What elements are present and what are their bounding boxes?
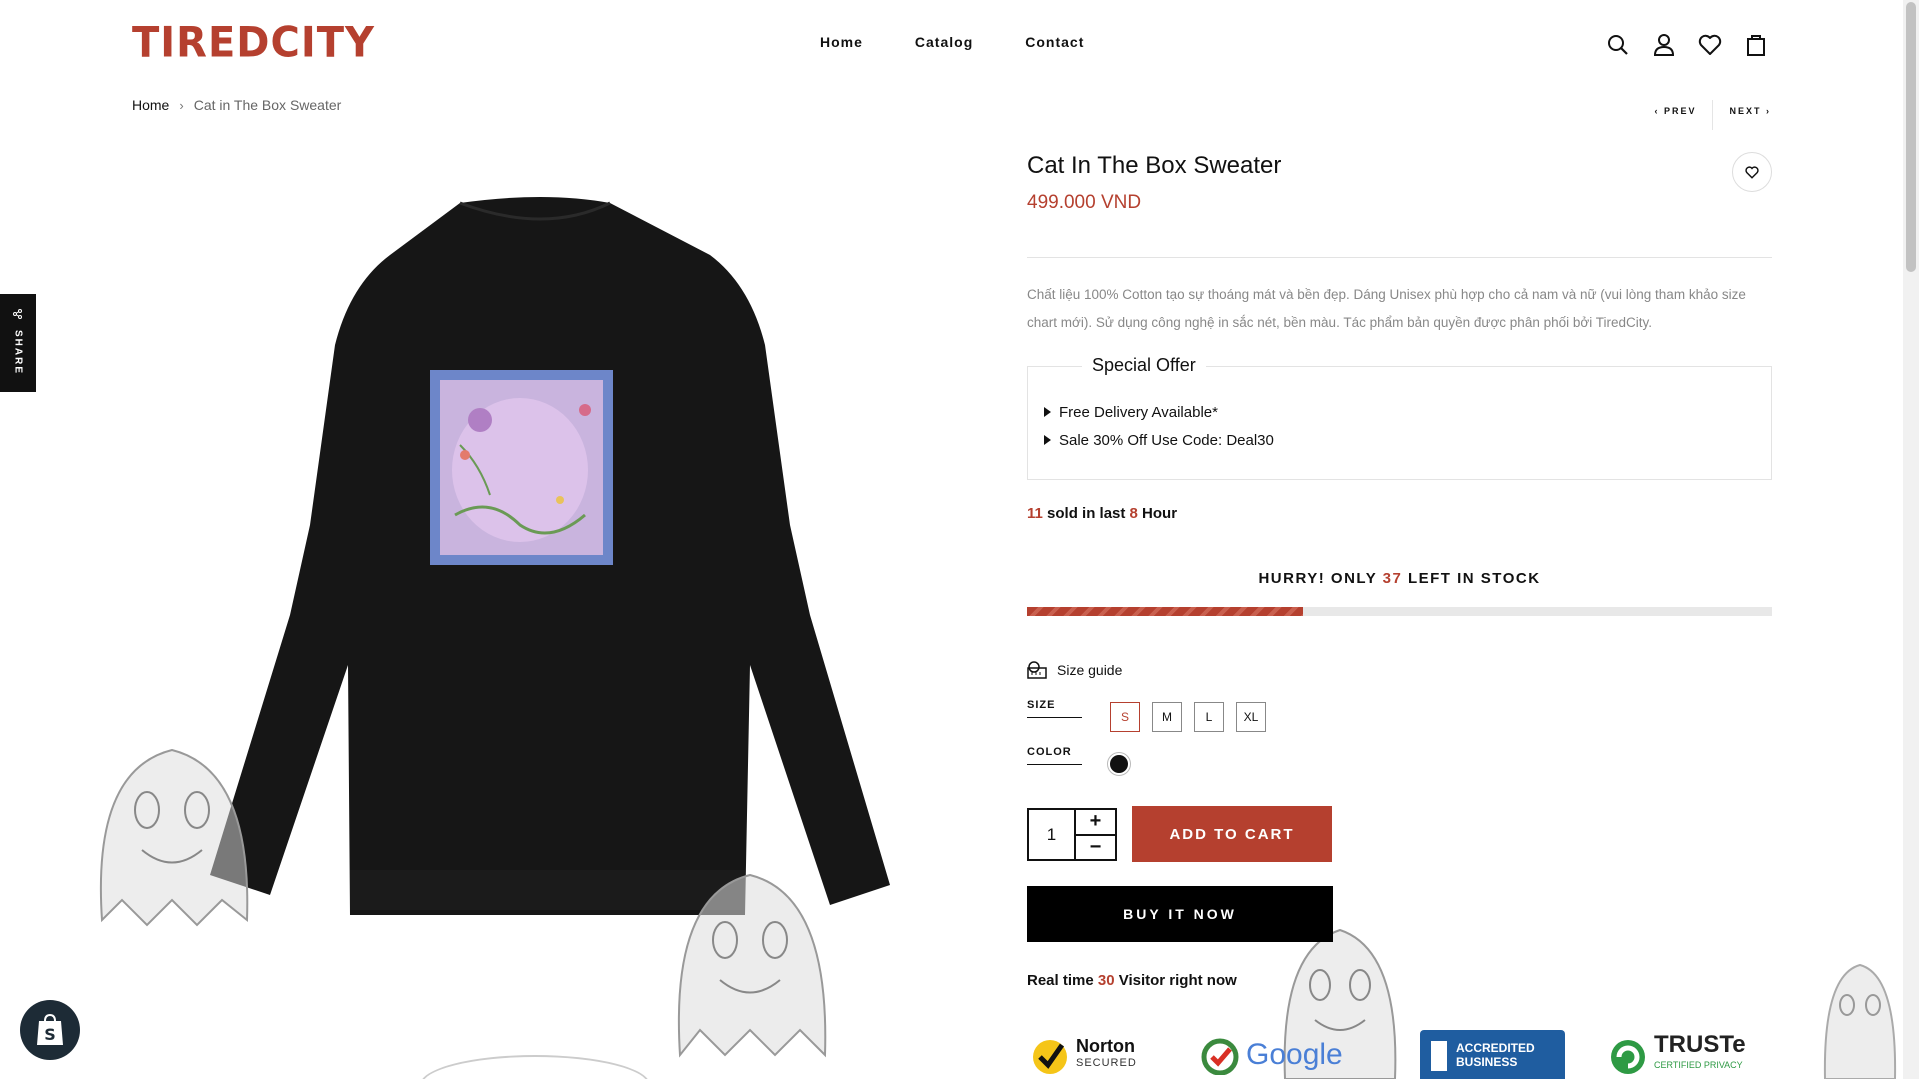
sold-mid: sold in last (1042, 505, 1130, 522)
sold-suffix: Hour (1137, 505, 1178, 522)
site-logo[interactable]: TIREDCITY (132, 19, 375, 67)
checkmark-icon (1033, 1039, 1067, 1074)
ghost-decoration (1823, 963, 1897, 1079)
sold-hours: 8 (1129, 505, 1138, 522)
sold-counter: 11 sold in last 8 Hour (1027, 505, 1177, 522)
truste-badge: TRUSTe CERTIFIED PRIVACY (1608, 1030, 1746, 1079)
breadcrumb-current: Cat in The Box Sweater (193, 97, 342, 113)
bbb-business: BUSINESS (1456, 1054, 1518, 1069)
truste-certified: CERTIFIED PRIVACY (1654, 1059, 1743, 1070)
product-thumbnail[interactable] (420, 1055, 650, 1079)
norton-secured: SECURED (1076, 1056, 1137, 1069)
stock-progress-bar (1027, 607, 1772, 616)
size-option-l[interactable]: L (1194, 702, 1224, 732)
visitor-counter: Real time 30 Visitor right now (1027, 972, 1237, 989)
color-swatch-black[interactable] (1107, 752, 1131, 776)
breadcrumb: Home › Cat in The Box Sweater (132, 97, 341, 113)
quantity-controls: + − (1073, 810, 1115, 860)
size-guide-link[interactable]: Size guide (1027, 661, 1122, 679)
stock-prefix: HURRY! ONLY (1258, 570, 1383, 587)
divider (1027, 257, 1772, 258)
heart-icon (1745, 165, 1759, 179)
visitor-suffix: Visitor right now (1114, 972, 1237, 989)
quantity-minus-button[interactable]: − (1076, 836, 1115, 860)
ghost-decoration (677, 873, 827, 1058)
stock-count: 37 (1382, 570, 1403, 587)
visitor-prefix: Real time (1027, 972, 1098, 989)
search-icon[interactable] (1605, 32, 1631, 58)
google-label: Google (1246, 1037, 1343, 1071)
buy-it-now-button[interactable]: BUY IT NOW (1027, 886, 1333, 942)
scrollbar-thumb[interactable] (1906, 2, 1916, 272)
nav-contact[interactable]: Contact (1025, 34, 1084, 50)
stock-suffix: LEFT IN STOCK (1402, 570, 1541, 587)
cart-icon[interactable] (1743, 32, 1769, 58)
color-label: COLOR (1027, 746, 1082, 765)
bbb-accredited: ACCREDITED (1456, 1040, 1535, 1055)
breadcrumb-separator: › (179, 97, 184, 113)
share-label: SHARE (12, 330, 24, 376)
google-badge: Google (1200, 1030, 1343, 1079)
prev-label: PREV (1663, 106, 1697, 116)
offer-item: Sale 30% Off Use Code: Deal30 (1044, 427, 1274, 455)
share-tab[interactable]: SHARE (0, 294, 36, 392)
product-price: 499.000 VND (1027, 192, 1142, 213)
shopify-bag-icon: S (37, 1013, 63, 1045)
next-link[interactable]: NEXT › (1729, 106, 1771, 130)
color-swatch-dot (1110, 755, 1128, 773)
offer-item: Free Delivery Available* (1044, 399, 1274, 427)
add-to-cart-button[interactable]: ADD TO CART (1132, 806, 1332, 862)
product-description: Chất liệu 100% Cotton tạo sự thoáng mát … (1027, 287, 1746, 330)
norton-badge: Norton SECURED (1030, 1030, 1137, 1079)
size-label: SIZE (1027, 699, 1082, 718)
quantity-input[interactable]: 1 (1029, 810, 1074, 859)
size-option-s[interactable]: S (1110, 702, 1140, 732)
product-pager: ‹ PREV NEXT › (1654, 100, 1771, 130)
norton-label: Norton (1076, 1035, 1135, 1056)
sold-count: 11 (1027, 505, 1043, 522)
truste-logo-icon (1611, 1039, 1645, 1074)
size-options: S M L XL (1110, 702, 1266, 732)
stock-progress-fill (1027, 607, 1303, 616)
product-image-sweater[interactable] (190, 195, 900, 915)
pager-divider (1712, 100, 1714, 130)
page-scrollbar[interactable] (1903, 0, 1919, 1079)
visitor-count: 30 (1097, 972, 1115, 989)
main-nav: Home Catalog Contact (820, 34, 1084, 50)
google-check-icon (1201, 1038, 1239, 1075)
wishlist-button[interactable] (1732, 152, 1772, 192)
trust-badges: Norton SECURED Google ACCREDITED BUSINES… (1030, 1030, 1770, 1079)
breadcrumb-home[interactable]: Home (132, 97, 169, 113)
ruler-icon (1027, 661, 1047, 679)
header-icons (1605, 32, 1769, 58)
size-guide-label: Size guide (1057, 662, 1123, 678)
size-option-m[interactable]: M (1152, 702, 1182, 732)
product-title: Cat In The Box Sweater (1027, 152, 1282, 179)
svg-text:S: S (44, 1025, 56, 1044)
quantity-stepper: 1 + − (1027, 808, 1117, 861)
size-option-xl[interactable]: XL (1236, 702, 1266, 732)
nav-catalog[interactable]: Catalog (915, 34, 973, 50)
bbb-torch-icon (1431, 1040, 1447, 1071)
product-page: TIREDCITY Home Catalog Contact Home › Ca… (0, 0, 1919, 1079)
user-icon[interactable] (1651, 32, 1677, 58)
stock-message: HURRY! ONLY 37 LEFT IN STOCK (1027, 570, 1772, 587)
quantity-plus-button[interactable]: + (1075, 810, 1115, 836)
offer-list: Free Delivery Available* Sale 30% Off Us… (1044, 399, 1274, 455)
heart-icon[interactable] (1697, 32, 1723, 58)
ghost-decoration (99, 748, 249, 927)
share-icon (13, 306, 23, 324)
special-offer-box: Special Offer Free Delivery Available* S… (1027, 355, 1772, 480)
bbb-badge: ACCREDITED BUSINESS (1420, 1030, 1565, 1079)
special-offer-title: Special Offer (1082, 355, 1206, 376)
shopify-badge[interactable]: S (20, 1000, 80, 1060)
truste-label: TRUSTe (1654, 1030, 1746, 1058)
prev-link[interactable]: ‹ PREV (1654, 106, 1696, 130)
nav-home[interactable]: Home (820, 34, 863, 50)
next-label: NEXT (1729, 106, 1762, 116)
